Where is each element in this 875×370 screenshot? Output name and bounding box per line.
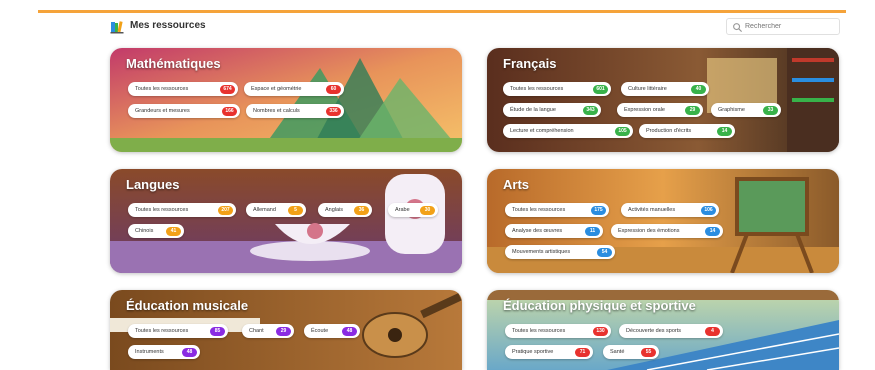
header: Mes ressources [110, 18, 840, 36]
pill-lang-all[interactable]: Toutes les ressources 207 [128, 203, 236, 217]
count-badge: 33 [763, 105, 778, 115]
card-francais[interactable]: Français Toutes les ressources 601 Cultu… [487, 48, 839, 152]
pill-lang-anglais[interactable]: Anglais 36 [318, 203, 372, 217]
pill-music-instruments[interactable]: Instruments 48 [128, 345, 200, 359]
count-badge: 343 [583, 105, 598, 115]
count-badge: 48 [342, 326, 357, 336]
pill-eps-decouverte[interactable]: Découverte des sports 4 [619, 324, 723, 338]
pill-fr-all[interactable]: Toutes les ressources 601 [503, 82, 611, 96]
pill-arts-activites[interactable]: Activités manuelles 106 [621, 203, 719, 217]
pill-fr-lecture[interactable]: Lecture et compréhension 105 [503, 124, 633, 138]
card-mathematiques[interactable]: Mathématiques Toutes les ressources 674 … [110, 48, 462, 152]
accent-bar [38, 10, 846, 13]
pill-lang-arabe[interactable]: Arabe 30 [388, 203, 438, 217]
card-title: Éducation musicale [126, 298, 249, 313]
count-badge: 106 [701, 205, 716, 215]
pill-fr-graphisme[interactable]: Graphisme 33 [711, 103, 781, 117]
count-badge: 336 [326, 106, 341, 116]
card-arts[interactable]: Arts Toutes les ressources 175 Activités… [487, 169, 839, 273]
pill-eps-sante[interactable]: Santé 55 [603, 345, 659, 359]
count-badge: 54 [597, 247, 612, 257]
count-badge: 30 [420, 205, 435, 215]
count-badge: 71 [575, 347, 590, 357]
card-education-musicale[interactable]: Éducation musicale Toutes les ressources… [110, 290, 462, 370]
pill-math-espace[interactable]: Espace et géométrie 60 [244, 82, 344, 96]
count-badge: 130 [593, 326, 608, 336]
card-title: Éducation physique et sportive [503, 298, 696, 313]
count-badge: 175 [591, 205, 606, 215]
count-badge: 5 [288, 205, 303, 215]
pill-lang-chinois[interactable]: Chinois 41 [128, 224, 184, 238]
pill-arts-mouvements[interactable]: Mouvements artistiques 54 [505, 245, 615, 259]
pill-fr-etude[interactable]: Étude de la langue 343 [503, 103, 601, 117]
pill-fr-expression[interactable]: Expression orale 29 [617, 103, 703, 117]
count-badge: 105 [615, 126, 630, 136]
search-input[interactable] [745, 20, 837, 33]
pill-music-ecoute[interactable]: Écoute 48 [304, 324, 360, 338]
count-badge: 36 [354, 205, 369, 215]
pill-math-grandeurs[interactable]: Grandeurs et mesures 166 [128, 104, 240, 118]
pill-fr-production[interactable]: Production d'écrits 14 [639, 124, 735, 138]
pill-math-nombres[interactable]: Nombres et calculs 336 [246, 104, 344, 118]
count-badge: 60 [326, 84, 341, 94]
count-badge: 14 [717, 126, 732, 136]
count-badge: 85 [210, 326, 225, 336]
pill-fr-culture[interactable]: Culture littéraire 40 [621, 82, 709, 96]
count-badge: 11 [585, 226, 600, 236]
pill-eps-all[interactable]: Toutes les ressources 130 [505, 324, 611, 338]
card-education-physique[interactable]: Éducation physique et sportive Toutes le… [487, 290, 839, 370]
pill-music-chant[interactable]: Chant 29 [242, 324, 294, 338]
pill-math-all[interactable]: Toutes les ressources 674 [128, 82, 238, 96]
count-badge: 207 [218, 205, 233, 215]
count-badge: 29 [685, 105, 700, 115]
pill-eps-pratique[interactable]: Pratique sportive 71 [505, 345, 593, 359]
card-title: Mathématiques [126, 56, 221, 71]
page-title: Mes ressources [130, 20, 206, 31]
search-box[interactable] [726, 18, 840, 35]
count-badge: 41 [166, 226, 181, 236]
card-langues[interactable]: Langues Toutes les ressources 207 Allema… [110, 169, 462, 273]
count-badge: 4 [705, 326, 720, 336]
pill-music-all[interactable]: Toutes les ressources 85 [128, 324, 228, 338]
pill-arts-all[interactable]: Toutes les ressources 175 [505, 203, 609, 217]
pill-arts-analyse[interactable]: Analyse des œuvres 11 [505, 224, 603, 238]
books-icon [110, 21, 124, 34]
search-icon [733, 23, 743, 33]
count-badge: 29 [276, 326, 291, 336]
count-badge: 40 [691, 84, 706, 94]
count-badge: 55 [641, 347, 656, 357]
count-badge: 674 [220, 84, 235, 94]
count-badge: 166 [222, 106, 237, 116]
card-title: Arts [503, 177, 530, 192]
card-title: Français [503, 56, 557, 71]
count-badge: 14 [705, 226, 720, 236]
count-badge: 48 [182, 347, 197, 357]
card-title: Langues [126, 177, 180, 192]
pill-lang-allemand[interactable]: Allemand 5 [246, 203, 306, 217]
count-badge: 601 [593, 84, 608, 94]
pill-arts-expression[interactable]: Expression des émotions 14 [611, 224, 723, 238]
